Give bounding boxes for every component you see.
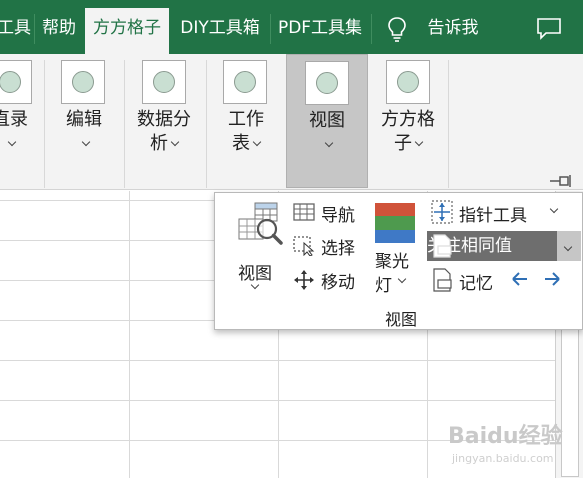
panel-group-label: 视图 [385, 310, 418, 329]
chevron-down-icon [252, 137, 262, 147]
pointer-tool-button[interactable]: 指针工具 [429, 199, 559, 226]
ribbon-icon [386, 60, 430, 104]
chevron-down-icon [324, 138, 334, 148]
chevron-down-icon [170, 137, 180, 147]
tab-bar: 工具 帮助 方方格子 DIY工具箱 PDF工具集 告诉我 [0, 0, 583, 54]
move-button[interactable]: 移动 [291, 268, 359, 293]
ribbon-icon [305, 61, 349, 105]
memory-page-icon [431, 268, 453, 297]
select-button[interactable]: 选择 [291, 234, 359, 261]
tab-divider [270, 14, 271, 44]
chevron-down-icon [81, 137, 91, 147]
pin-icon[interactable] [550, 172, 574, 191]
tab-diy-toolbox[interactable]: DIY工具箱 [172, 8, 268, 54]
ribbon-button-data-analysis[interactable]: 数据分 析 [134, 54, 194, 188]
spotlight-color-icon [375, 203, 415, 248]
chevron-down-icon [250, 280, 260, 290]
focus-same-value-dropdown[interactable] [557, 231, 581, 261]
tab-fangfang-gezi[interactable]: 方方格子 [85, 8, 169, 54]
chevron-down-icon [397, 274, 407, 284]
navigate-button[interactable]: 导航 [291, 201, 359, 226]
tab-pdf-tools[interactable]: PDF工具集 [272, 8, 368, 54]
tab-help[interactable]: 帮助 [36, 8, 82, 54]
chevron-down-icon [549, 204, 559, 214]
group-divider [44, 60, 45, 188]
arrow-right-icon[interactable] [543, 270, 561, 292]
chevron-down-icon [7, 137, 17, 147]
view-big-button[interactable]: 视图 [233, 201, 283, 293]
tab-divider [34, 14, 35, 44]
view-magnifier-icon [237, 201, 283, 252]
ribbon-button-directory[interactable]: 直录 [0, 54, 38, 188]
ribbon: 直录 编辑 数据分 析 工作 表 视图 方方格 子 [0, 54, 583, 190]
watermark-logo: Baidu经验 [448, 424, 563, 449]
chevron-down-icon [414, 137, 424, 147]
comment-icon[interactable] [537, 18, 561, 44]
lightbulb-icon[interactable] [387, 16, 407, 46]
ribbon-button-edit[interactable]: 编辑 [58, 54, 110, 188]
chevron-down-icon [563, 242, 573, 252]
tell-me-label[interactable]: 告诉我 [420, 8, 486, 54]
group-divider [206, 60, 207, 188]
spotlight-button[interactable]: 聚光 灯 [373, 201, 419, 297]
ribbon-icon [223, 60, 267, 104]
pointer-tool-icon [431, 200, 453, 229]
focus-same-value-button[interactable]: 关注相同值 [427, 231, 557, 261]
move-arrows-icon [293, 269, 315, 296]
group-divider [448, 60, 449, 188]
view-dropdown-panel: 视图 导航 选择 移动 聚光 灯 指针工具 关注相同值 记忆 视图 [214, 192, 583, 330]
ribbon-button-worksheet[interactable]: 工作 表 [220, 54, 272, 188]
tab-divider [371, 14, 372, 44]
ribbon-icon [0, 60, 32, 104]
group-divider [124, 60, 125, 188]
memory-button[interactable]: 记忆 [429, 267, 509, 294]
grid-table-icon [293, 203, 315, 226]
focus-page-icon [431, 234, 453, 262]
arrow-left-icon[interactable] [511, 270, 529, 292]
watermark-url: jingyan.baidu.com [452, 452, 554, 465]
tab-tools[interactable]: 工具 [0, 8, 32, 54]
ribbon-button-view[interactable]: 视图 [286, 54, 368, 188]
ribbon-button-fangfang-gezi[interactable]: 方方格 子 [376, 54, 440, 188]
ribbon-icon [142, 60, 186, 104]
select-cursor-icon [293, 236, 317, 261]
ribbon-icon [61, 60, 105, 104]
